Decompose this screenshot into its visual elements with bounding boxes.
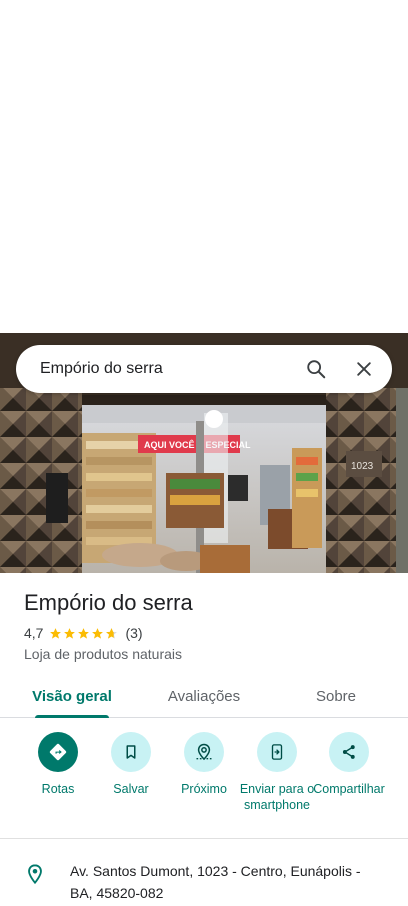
nearby-icon bbox=[196, 743, 212, 761]
rating-stars bbox=[49, 627, 119, 640]
share-icon bbox=[342, 745, 355, 759]
nearby-button[interactable]: Próximo bbox=[166, 732, 242, 797]
tab-bar: Visão geral Avaliações Sobre bbox=[0, 676, 408, 718]
send-to-phone-icon bbox=[271, 744, 283, 760]
house-number-plate: 1023 bbox=[351, 461, 374, 472]
action-label: Compartilhar bbox=[313, 782, 385, 796]
place-category: Loja de produtos naturais bbox=[24, 646, 182, 662]
bookmark-icon bbox=[126, 745, 136, 759]
rating-row[interactable]: 4,7 (3) bbox=[24, 625, 143, 641]
location-pin-icon bbox=[28, 864, 42, 885]
address-text: Av. Santos Dumont, 1023 - Centro, Eunápo… bbox=[70, 863, 361, 901]
share-button[interactable]: Compartilhar bbox=[311, 732, 387, 797]
address-row[interactable]: Av. Santos Dumont, 1023 - Centro, Eunápo… bbox=[24, 860, 384, 904]
search-button[interactable] bbox=[292, 345, 340, 393]
search-bar[interactable]: Empório do serra bbox=[16, 345, 392, 393]
search-icon bbox=[307, 360, 326, 379]
action-label: Próximo bbox=[181, 782, 227, 796]
clear-button[interactable] bbox=[340, 345, 388, 393]
star-icon bbox=[92, 627, 104, 639]
rating-value: 4,7 bbox=[24, 625, 44, 641]
tab-label: Sobre bbox=[315, 688, 357, 705]
active-tab-indicator bbox=[35, 715, 109, 718]
star-half-icon bbox=[106, 627, 118, 639]
tab-visao-geral[interactable]: Visão geral bbox=[24, 676, 120, 718]
close-icon bbox=[357, 362, 371, 376]
tab-sobre[interactable]: Sobre bbox=[296, 676, 376, 717]
search-input[interactable]: Empório do serra bbox=[16, 360, 292, 378]
star-icon bbox=[78, 627, 90, 639]
section-divider bbox=[0, 838, 408, 839]
action-label: Salvar bbox=[113, 782, 149, 796]
action-label: Rotas bbox=[41, 782, 75, 796]
send-to-phone-button[interactable]: Enviar para o smartphone bbox=[239, 732, 315, 813]
tab-label: Avaliações bbox=[167, 688, 241, 705]
tab-label: Visão geral bbox=[32, 688, 112, 705]
directions-icon bbox=[49, 743, 67, 761]
review-count: (3) bbox=[125, 625, 143, 641]
star-icon bbox=[50, 627, 62, 639]
place-title: Empório do serra bbox=[24, 590, 193, 615]
tab-avaliacoes[interactable]: Avaliações bbox=[154, 676, 254, 717]
map-area bbox=[0, 0, 408, 333]
directions-button[interactable]: Rotas bbox=[20, 732, 96, 797]
save-button[interactable]: Salvar bbox=[93, 732, 169, 797]
star-icon bbox=[64, 627, 76, 639]
action-label: Enviar para o smartphone bbox=[239, 782, 315, 812]
action-buttons: Rotas Salvar Próximo Enviar para o smart… bbox=[0, 732, 408, 832]
